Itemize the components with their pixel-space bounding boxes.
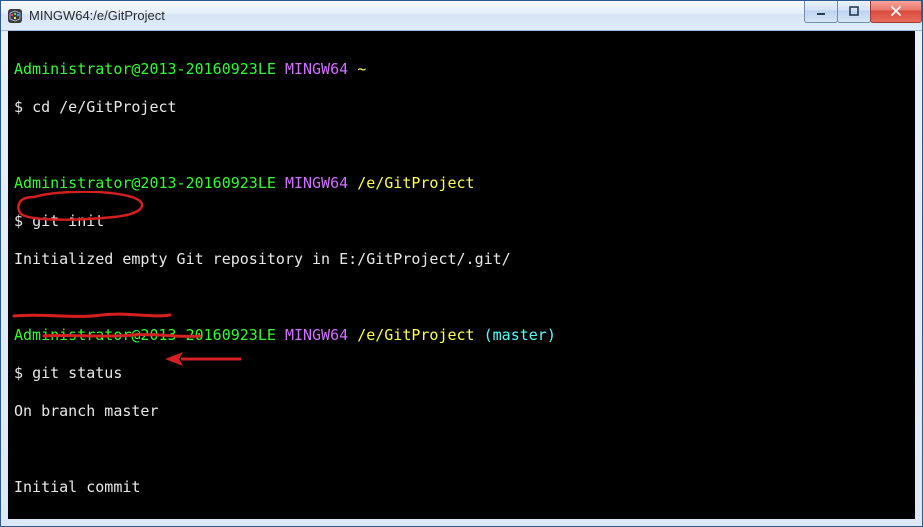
window-title: MINGW64:/e/GitProject	[29, 8, 805, 23]
terminal-area[interactable]: Administrator@2013-20160923LE MINGW64 ~ …	[8, 31, 915, 519]
minimize-button[interactable]	[804, 1, 838, 23]
blank-line	[14, 440, 909, 459]
titlebar[interactable]: MINGW64:/e/GitProject	[1, 1, 922, 31]
command-line: $ git init	[14, 212, 909, 231]
prompt-user-host: Administrator@2013-20160923LE	[14, 174, 276, 192]
cmd-git-status: git status	[32, 364, 122, 382]
prompt-sigil: $	[14, 364, 23, 382]
prompt-shell: MINGW64	[285, 60, 348, 78]
prompt-sigil: $	[14, 212, 23, 230]
prompt-line: Administrator@2013-20160923LE MINGW64 /e…	[14, 326, 909, 345]
prompt-branch: (master)	[484, 326, 556, 344]
prompt-path: /e/GitProject	[357, 326, 474, 344]
prompt-user-host: Administrator@2013-20160923LE	[14, 60, 276, 78]
prompt-line: Administrator@2013-20160923LE MINGW64 /e…	[14, 174, 909, 193]
cmd-git-init: git init	[32, 212, 104, 230]
blank-line	[14, 516, 909, 519]
window-frame: MINGW64:/e/GitProject Administrator@2013…	[0, 0, 923, 527]
window-controls	[805, 1, 922, 23]
output-on-branch: On branch master	[14, 402, 909, 421]
cmd-cd: cd /e/GitProject	[32, 98, 177, 116]
app-icon	[7, 8, 23, 24]
close-button[interactable]	[870, 1, 922, 23]
prompt-line: Administrator@2013-20160923LE MINGW64 ~	[14, 60, 909, 79]
output-initial-commit: Initial commit	[14, 478, 909, 497]
prompt-shell: MINGW64	[285, 326, 348, 344]
maximize-button[interactable]	[837, 1, 871, 23]
blank-line	[14, 136, 909, 155]
prompt-shell: MINGW64	[285, 174, 348, 192]
command-line: $ git status	[14, 364, 909, 383]
terminal-output: Administrator@2013-20160923LE MINGW64 ~ …	[14, 41, 909, 519]
prompt-user-host: Administrator@2013-20160923LE	[14, 326, 276, 344]
blank-line	[14, 288, 909, 307]
command-line: $ cd /e/GitProject	[14, 98, 909, 117]
prompt-path: /e/GitProject	[357, 174, 474, 192]
output-init: Initialized empty Git repository in E:/G…	[14, 250, 909, 269]
prompt-sigil: $	[14, 98, 23, 116]
prompt-path-home: ~	[357, 60, 366, 78]
